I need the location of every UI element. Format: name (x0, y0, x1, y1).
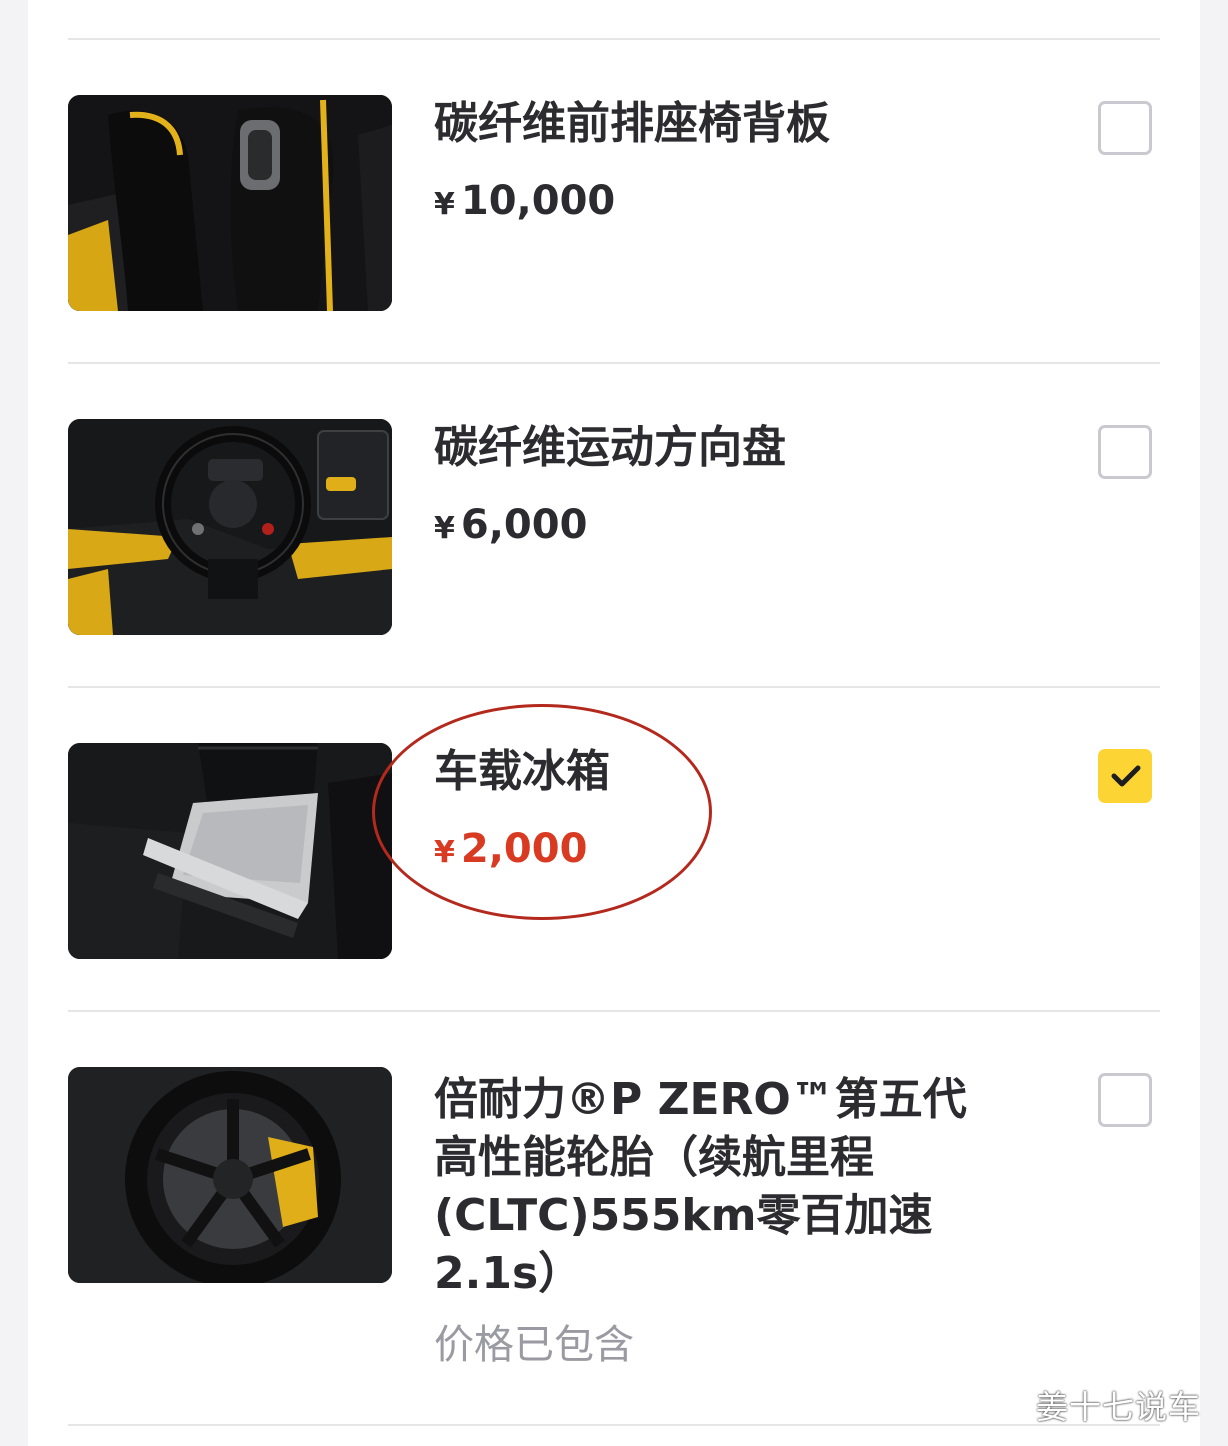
option-title: 碳纤维运动方向盘 (434, 422, 786, 473)
carbon-seat-back-image (68, 95, 392, 311)
divider (68, 686, 1160, 688)
divider (68, 38, 1160, 40)
option-checkbox[interactable] (1098, 101, 1152, 155)
tire-wheel-image (68, 1067, 392, 1283)
option-checkbox-checked[interactable] (1098, 749, 1152, 803)
option-title-multiline: 倍耐力®P ZERO™第五代 高性能轮胎（续航里程 (CLTC)555km零百加… (434, 1074, 967, 1299)
checkmark-icon (1111, 765, 1141, 787)
divider (68, 1010, 1160, 1012)
watermark: 姜十七说车 (1036, 1388, 1202, 1426)
divider (68, 362, 1160, 364)
option-checkbox[interactable] (1098, 425, 1152, 479)
option-checkbox[interactable] (1098, 1073, 1152, 1127)
steering-wheel-image (68, 419, 392, 635)
option-price: ¥10,000 (434, 178, 616, 224)
divider (68, 1424, 1160, 1426)
option-price: ¥6,000 (434, 502, 588, 548)
option-title: 碳纤维前排座椅背板 (434, 98, 830, 149)
price-included-note: 价格已包含 (434, 1322, 634, 1368)
car-fridge-image (68, 743, 392, 959)
annotation-circle (372, 704, 712, 920)
